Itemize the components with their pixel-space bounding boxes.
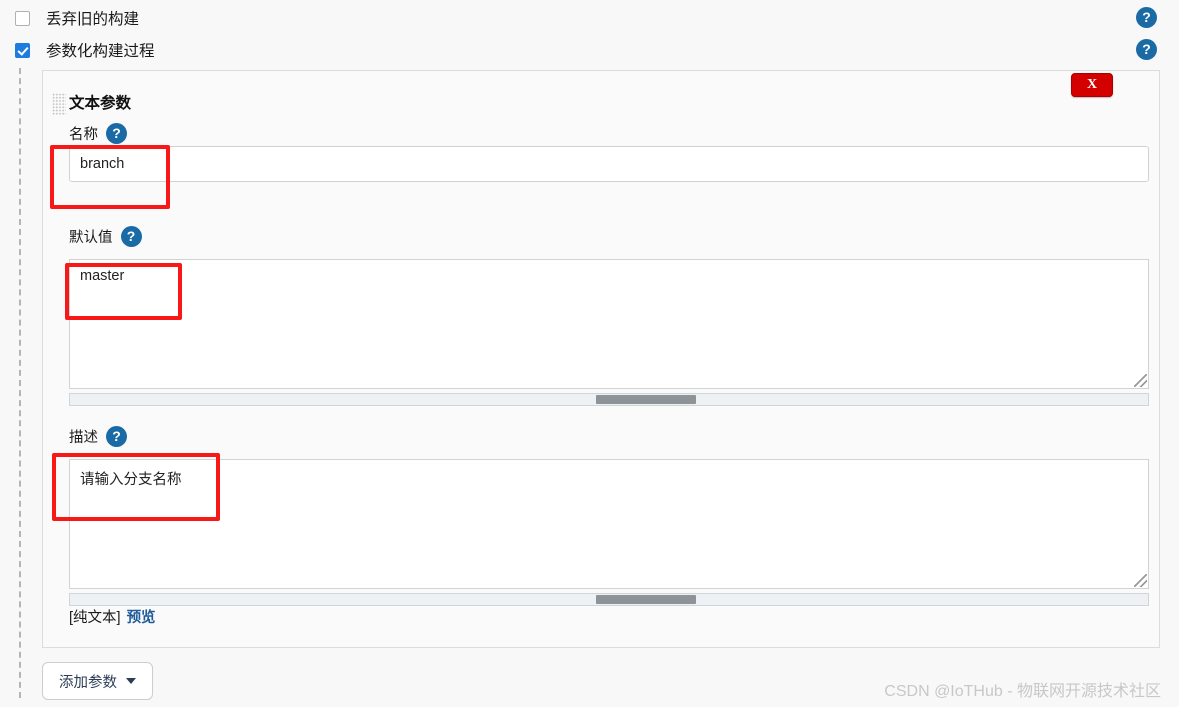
preview-link[interactable]: 预览 — [127, 606, 156, 627]
horizontal-scrollbar-default-value[interactable] — [69, 393, 1149, 406]
markup-type-note: [纯文本] — [69, 610, 121, 626]
parameter-default-value-textarea[interactable] — [69, 259, 1149, 389]
add-parameter-label: 添加参数 — [59, 674, 117, 691]
default-value-label-text: 默认值 — [69, 230, 113, 246]
remove-parameter-button[interactable]: X — [1071, 73, 1113, 97]
parameterized-build-label: 参数化构建过程 — [46, 43, 155, 60]
name-label-text: 名称 — [69, 127, 98, 143]
parameterized-build-checkbox[interactable] — [15, 42, 30, 58]
parameter-name-input[interactable] — [69, 146, 1149, 182]
description-label-text: 描述 — [69, 430, 98, 446]
parameter-description-textarea[interactable] — [69, 459, 1149, 589]
name-field-label: 名称 ? — [69, 123, 127, 144]
parameter-type-title: 文本参数 — [69, 95, 132, 112]
default-value-field-label: 默认值 ? — [69, 226, 142, 247]
discard-old-builds-checkbox[interactable] — [15, 10, 30, 26]
discard-old-builds-row[interactable]: 丢弃旧的构建 — [0, 2, 1179, 34]
markup-preview-row: [纯文本] 预览 — [69, 606, 156, 627]
nesting-guide-line — [19, 68, 21, 698]
drag-handle-icon[interactable] — [52, 93, 66, 115]
watermark: CSDN @IoTHub - 物联网开源技术社区 — [884, 683, 1161, 700]
scrollbar-thumb[interactable] — [596, 595, 696, 604]
scrollbar-thumb[interactable] — [596, 395, 696, 404]
help-icon-parameterized-build[interactable]: ? — [1136, 39, 1157, 60]
horizontal-scrollbar-description[interactable] — [69, 593, 1149, 606]
add-parameter-button[interactable]: 添加参数 — [42, 662, 153, 700]
parameterized-build-row[interactable]: 参数化构建过程 — [0, 34, 1179, 66]
help-icon-default-value[interactable]: ? — [120, 226, 142, 247]
description-field-label: 描述 ? — [69, 426, 127, 447]
help-icon-description[interactable]: ? — [106, 426, 127, 447]
chevron-down-icon — [126, 678, 136, 684]
help-icon-name[interactable]: ? — [106, 123, 127, 144]
text-parameter-panel: 文本参数 X 名称 ? 默认值 ? 描述 ? [纯文本] 预览 — [42, 70, 1160, 648]
help-icon-discard-old-builds[interactable]: ? — [1136, 7, 1157, 28]
discard-old-builds-label: 丢弃旧的构建 — [46, 11, 140, 28]
